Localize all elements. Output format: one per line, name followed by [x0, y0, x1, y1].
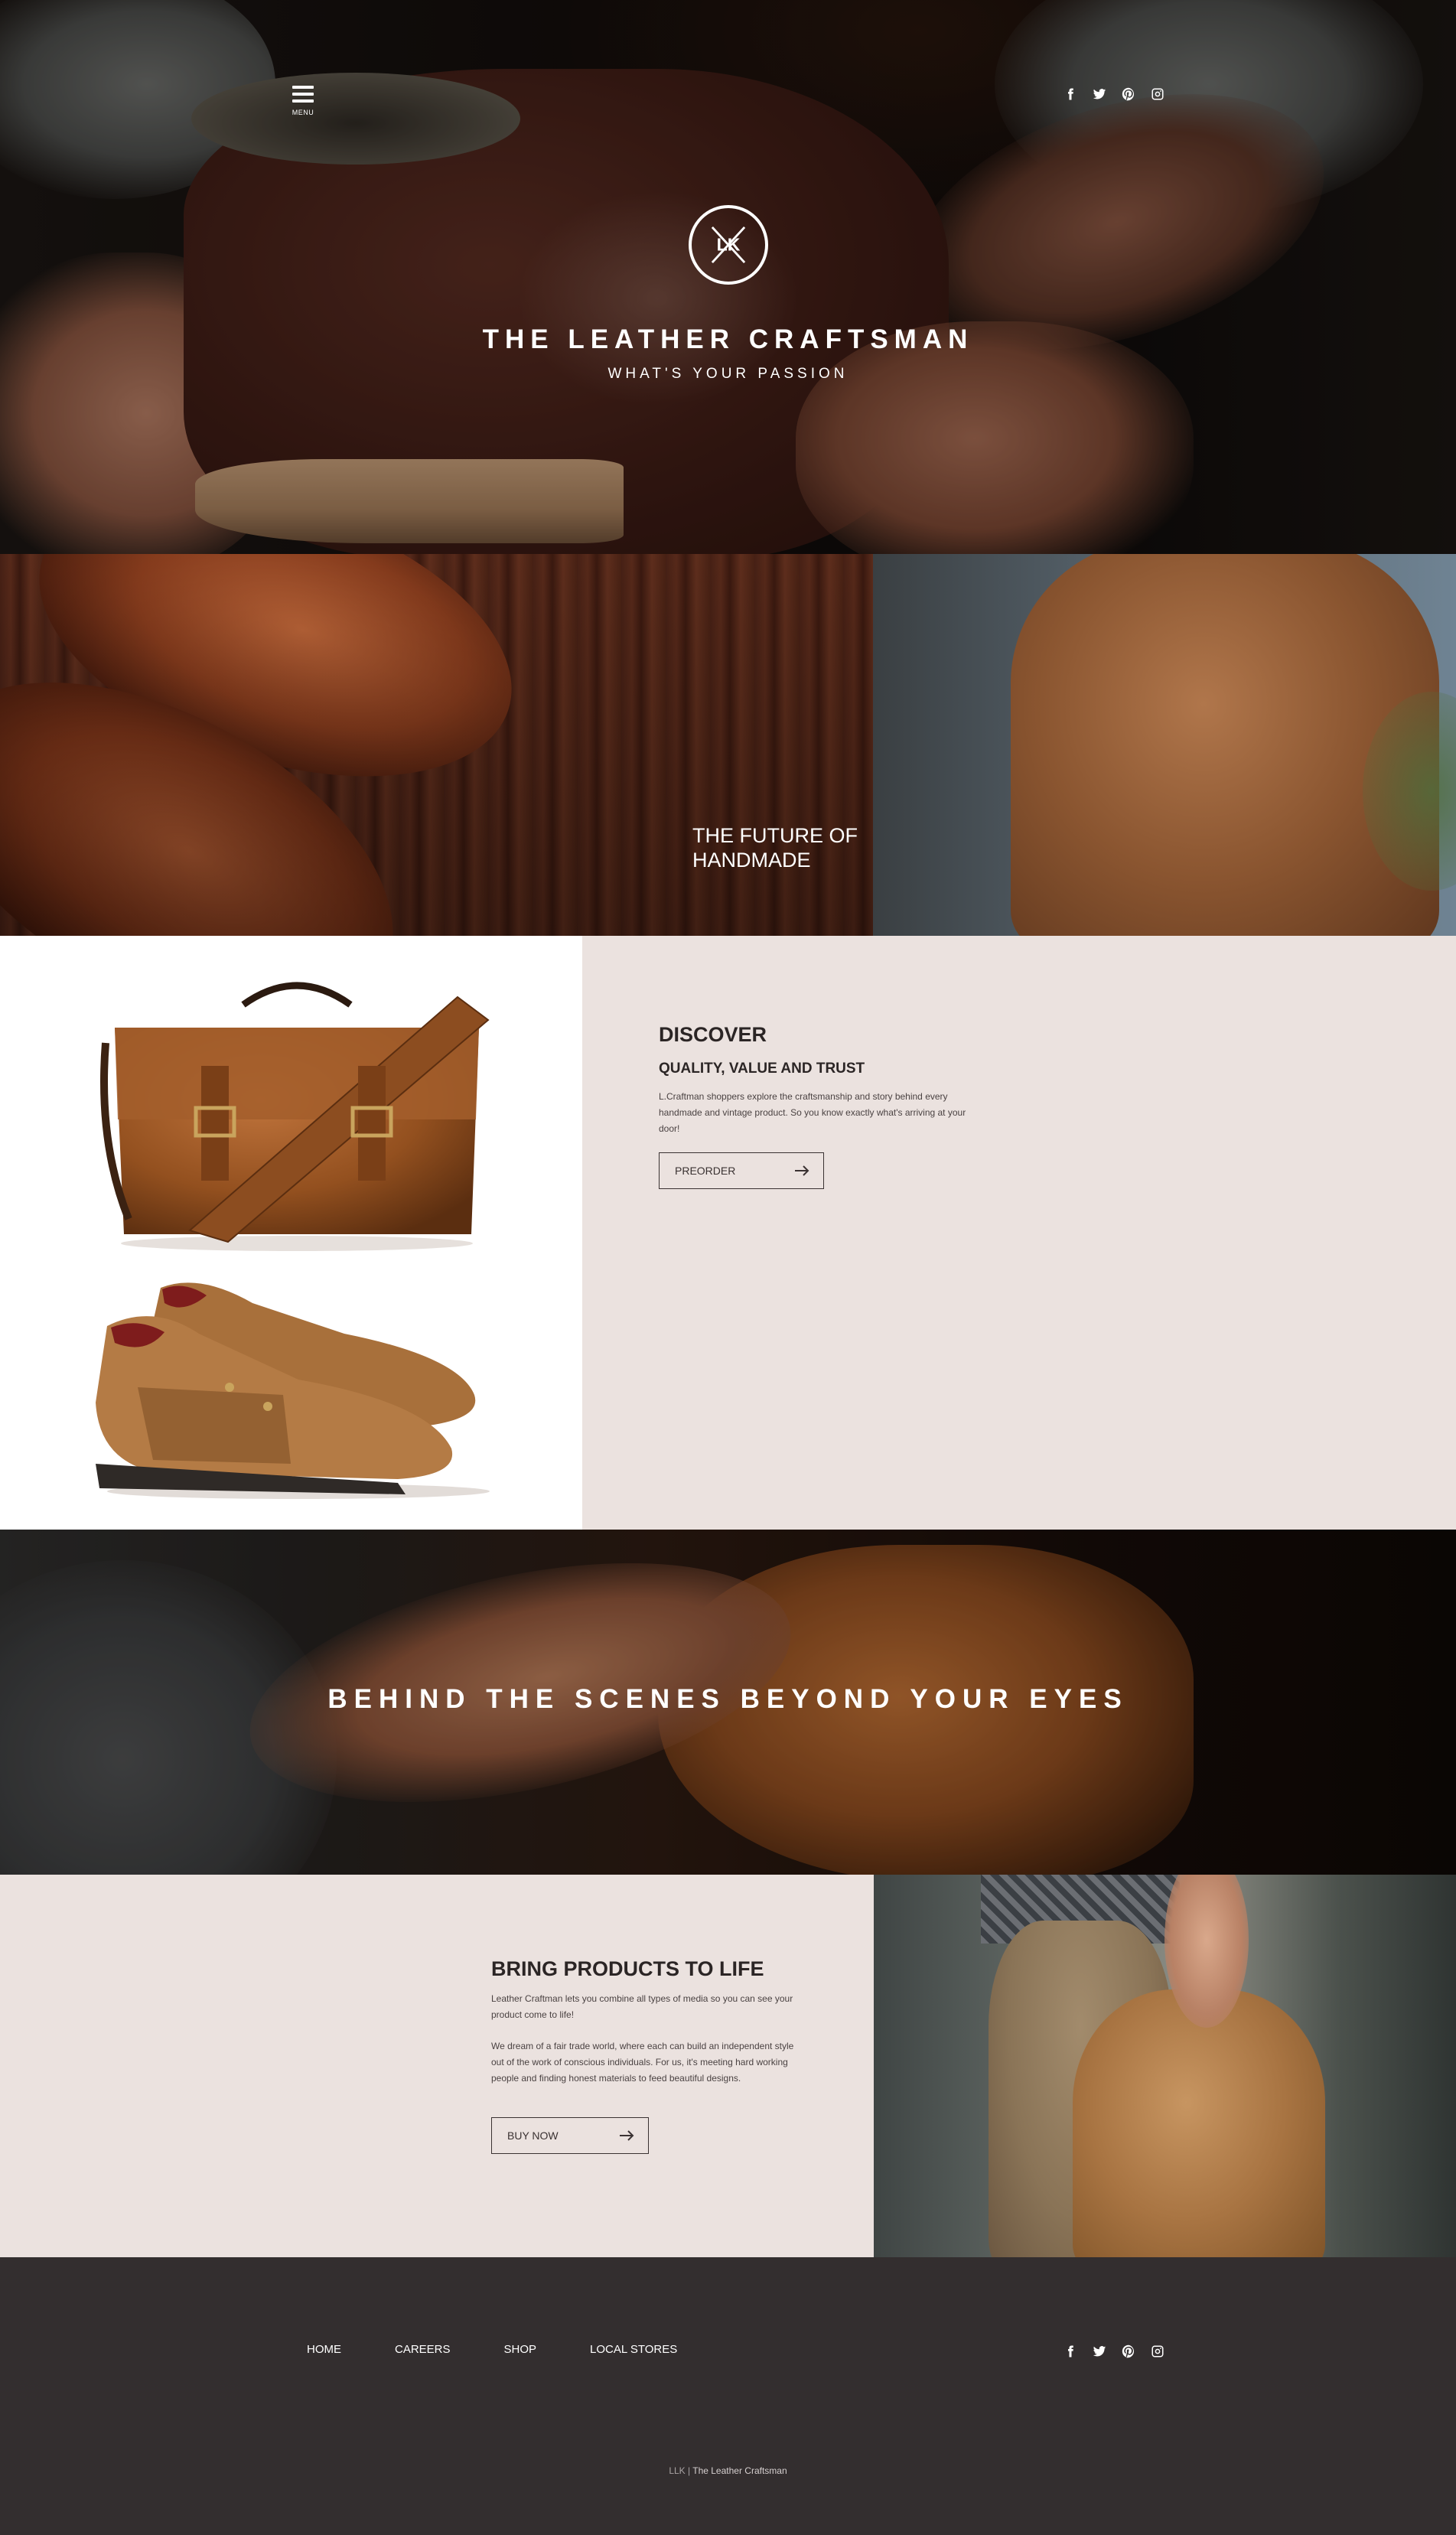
behind-the-scenes-title: BEHIND THE SCENES BEYOND YOUR EYES [327, 1684, 1129, 1714]
brand-logo[interactable]: LK [689, 205, 768, 285]
footer-nav-home[interactable]: HOME [307, 2343, 341, 2356]
header-social-links [1062, 86, 1166, 103]
preorder-button[interactable]: PREORDER [659, 1152, 824, 1189]
preorder-button-label: PREORDER [675, 1165, 736, 1177]
hamburger-icon [292, 86, 314, 106]
monk-strap-shoes-image[interactable] [92, 1272, 497, 1502]
menu-button[interactable]: MENU [288, 86, 318, 121]
footer: HOME CAREERS SHOP LOCAL STORES LLK | The… [0, 2257, 1456, 2535]
copyright-brand[interactable]: The Leather Craftsman [692, 2465, 787, 2476]
buy-now-button-label: BUY NOW [507, 2129, 559, 2142]
backpack-photo [873, 554, 1456, 936]
footer-nav: HOME CAREERS SHOP LOCAL STORES [307, 2343, 731, 2356]
facebook-icon[interactable] [1062, 86, 1079, 103]
menu-label: MENU [292, 109, 314, 116]
feature-caption: THE FUTURE OF HANDMADE [692, 823, 858, 872]
copyright-prefix: LLK | [669, 2465, 693, 2476]
discover-subtitle: QUALITY, VALUE AND TRUST [659, 1061, 865, 1077]
discover-panel: DISCOVER QUALITY, VALUE AND TRUST L.Craf… [582, 936, 1456, 1530]
bring-products-paragraph: We dream of a fair trade world, where ea… [491, 2041, 794, 2084]
hero-title: THE LEATHER CRAFTSMAN [482, 324, 974, 354]
carrying-backpack-photo [874, 1875, 1456, 2257]
logo-text: LK [717, 235, 741, 255]
pinterest-icon[interactable] [1120, 2343, 1137, 2360]
wood-overlay [0, 554, 873, 936]
messenger-bag-image[interactable] [98, 974, 496, 1257]
arrow-right-icon [795, 1165, 809, 1176]
feature-caption-line1: THE FUTURE OF [692, 824, 858, 847]
bring-products-paragraph: Leather Craftman lets you combine all ty… [491, 1993, 793, 2020]
arrow-right-icon [620, 2130, 634, 2141]
hero-subtitle: WHAT'S YOUR PASSION [607, 366, 849, 382]
backpack-image [1073, 1989, 1325, 2257]
behind-the-scenes-banner: BEHIND THE SCENES BEYOND YOUR EYES [0, 1530, 1456, 1875]
pinterest-icon[interactable] [1120, 86, 1137, 103]
twitter-icon[interactable] [1091, 2343, 1108, 2360]
footer-nav-shop[interactable]: SHOP [504, 2343, 537, 2356]
bring-products-panel: BRING PRODUCTS TO LIFE Leather Craftman … [0, 1875, 874, 2257]
twitter-icon[interactable] [1091, 86, 1108, 103]
instagram-icon[interactable] [1149, 2343, 1166, 2360]
brogues-photo: THE FUTURE OF HANDMADE [0, 554, 873, 936]
footer-nav-careers[interactable]: CAREERS [395, 2343, 451, 2356]
instagram-icon[interactable] [1149, 86, 1166, 103]
copyright: LLK | The Leather Craftsman [0, 2465, 1456, 2476]
hero-section: MENU LK THE LEATHER CRAFTSMAN WHAT'S YOU… [0, 0, 1456, 554]
bring-products-title: BRING PRODUCTS TO LIFE [491, 1957, 764, 1980]
product-images-column [0, 936, 582, 1530]
buy-now-button[interactable]: BUY NOW [491, 2117, 649, 2154]
footer-social-links [1062, 2343, 1166, 2360]
discover-body: L.Craftman shoppers explore the craftsma… [659, 1091, 966, 1134]
discover-title: DISCOVER [659, 1023, 767, 1046]
footer-nav-local-stores[interactable]: LOCAL STORES [590, 2343, 677, 2356]
feature-caption-line2: HANDMADE [692, 849, 811, 872]
facebook-icon[interactable] [1062, 2343, 1079, 2360]
